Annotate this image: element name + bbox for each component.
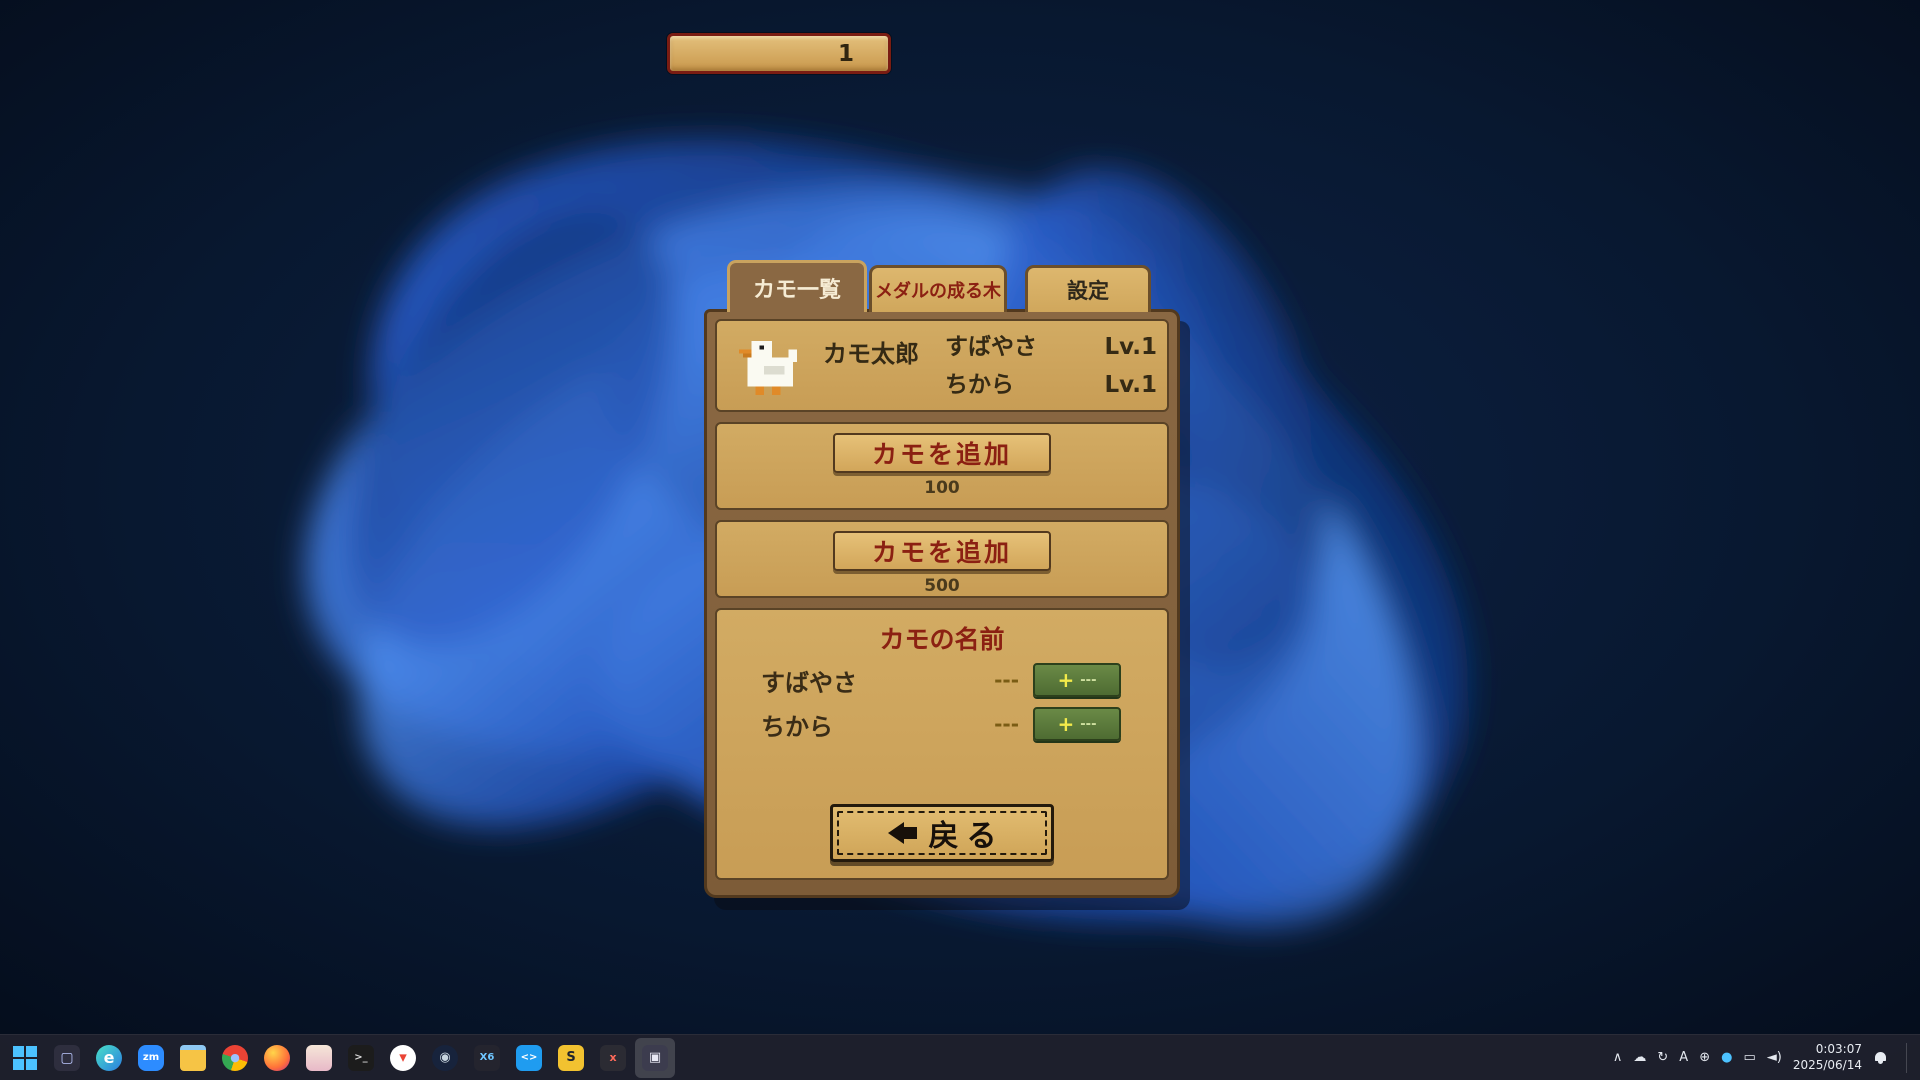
terminal-icon[interactable]: >_: [341, 1038, 381, 1078]
tab-duck-list[interactable]: カモ一覧: [727, 260, 867, 312]
duck-name-section-title: カモの名前: [717, 610, 1167, 656]
taskbar-app-list: ▢ e zm ●: [46, 1038, 676, 1078]
file-explorer-icon[interactable]: [173, 1038, 213, 1078]
upgrade-speed-button[interactable]: + ---: [1033, 663, 1121, 697]
vscode-icon[interactable]: <>: [509, 1038, 549, 1078]
duck-name: カモ太郎: [823, 335, 919, 373]
upgrade-power-cost: ---: [1080, 717, 1096, 732]
duck-sprite-icon: [739, 337, 797, 395]
upgrade-power-value: ---: [994, 712, 1019, 736]
status-dot-icon[interactable]: ●: [1721, 1051, 1732, 1064]
add-duck-500-button[interactable]: カモを追加: [833, 531, 1051, 571]
duck-list-panel: カモ太郎 すばやさ Lv.1 ちから Lv.1 カモを追加 100 カモを追加 …: [704, 309, 1180, 898]
volume-icon[interactable]: ◄): [1767, 1051, 1782, 1064]
cast-screen-icon[interactable]: ▭: [1743, 1051, 1755, 1064]
upgrade-speed-cost: ---: [1080, 673, 1096, 688]
windows-logo-icon: [13, 1046, 37, 1070]
game-tab-bar: カモ一覧 メダルの成る木 設定: [727, 260, 1151, 312]
ime-mode-indicator[interactable]: A: [1679, 1051, 1688, 1064]
tab-duck-list-label: カモ一覧: [753, 272, 841, 304]
show-desktop-button[interactable]: [1906, 1043, 1912, 1073]
language-globe-icon[interactable]: ⊕: [1699, 1051, 1710, 1064]
lightning-app-icon[interactable]: S: [551, 1038, 591, 1078]
tab-settings[interactable]: 設定: [1025, 265, 1151, 312]
edge-icon[interactable]: e: [89, 1038, 129, 1078]
x6-app-icon[interactable]: X6: [467, 1038, 507, 1078]
duck-stat-power: ちから Lv.1: [945, 366, 1157, 404]
medal-counter: 1: [667, 33, 891, 74]
duck-stat-power-label: ちから: [945, 366, 1014, 404]
back-arrow-icon: [888, 822, 917, 844]
taskbar-clock[interactable]: 0:03:07 2025/06/14: [1793, 1042, 1862, 1073]
task-view-icon[interactable]: ▢: [47, 1038, 87, 1078]
maps-icon[interactable]: ▾: [383, 1038, 423, 1078]
firefox-icon[interactable]: [257, 1038, 297, 1078]
add-duck-100-cost: 100: [717, 478, 1167, 498]
plus-icon: +: [1058, 670, 1075, 690]
duck-name-section: カモの名前 すばやさ --- + --- ちから --- + --- 戻る: [715, 608, 1169, 880]
duck-stat-speed-label: すばやさ: [945, 328, 1037, 366]
chrome-icon[interactable]: ●: [215, 1038, 255, 1078]
clock-date: 2025/06/14: [1793, 1058, 1862, 1074]
notification-bell-icon[interactable]: [1873, 1050, 1889, 1066]
add-duck-500-label: カモを追加: [872, 533, 1012, 569]
start-button[interactable]: [5, 1038, 45, 1078]
duck-stat-power-level: Lv.1: [1104, 366, 1157, 404]
back-button-label: 戻る: [929, 811, 1005, 855]
system-tray: ∧ ☁ ↻ A ⊕ ● ▭ ◄) 0:03:07 2025/06/14: [1613, 1042, 1916, 1073]
steam-icon[interactable]: ◉: [425, 1038, 465, 1078]
taskbar: ▢ e zm ●: [0, 1034, 1920, 1080]
duck-stats: すばやさ Lv.1 ちから Lv.1: [945, 320, 1157, 412]
upgrade-power-label: ちから: [761, 707, 833, 742]
duck-stat-speed: すばやさ Lv.1: [945, 328, 1157, 366]
duck-row[interactable]: カモ太郎 すばやさ Lv.1 ちから Lv.1: [715, 319, 1169, 412]
upgrade-row-speed: すばやさ --- + ---: [717, 660, 1167, 700]
upgrade-power-button[interactable]: + ---: [1033, 707, 1121, 741]
medal-counter-value: 1: [838, 41, 854, 67]
upgrade-row-power: ちから --- + ---: [717, 704, 1167, 744]
tab-medal-tree-label: メダルの成る木: [875, 277, 1001, 303]
game-cube-icon[interactable]: ▣: [635, 1038, 675, 1078]
back-button[interactable]: 戻る: [830, 804, 1054, 862]
add-duck-500-cost: 500: [717, 576, 1167, 596]
sync-icon[interactable]: ↻: [1657, 1051, 1668, 1064]
taskbar-apps: ▢ e zm ●: [4, 1038, 676, 1078]
upgrade-speed-value: ---: [994, 668, 1019, 692]
tray-overflow-chevron-icon[interactable]: ∧: [1613, 1051, 1623, 1064]
tab-medal-tree[interactable]: メダルの成る木: [869, 265, 1007, 312]
clock-time: 0:03:07: [1793, 1042, 1862, 1058]
add-duck-500-section: カモを追加 500: [715, 520, 1169, 598]
character-app-icon[interactable]: [299, 1038, 339, 1078]
zoom-icon[interactable]: zm: [131, 1038, 171, 1078]
duck-stat-speed-level: Lv.1: [1104, 328, 1157, 366]
dev-app-icon[interactable]: x: [593, 1038, 633, 1078]
upgrade-speed-label: すばやさ: [761, 663, 857, 698]
onedrive-cloud-icon[interactable]: ☁: [1633, 1051, 1646, 1064]
plus-icon: +: [1058, 714, 1075, 734]
add-duck-100-label: カモを追加: [872, 435, 1012, 471]
tab-settings-label: 設定: [1067, 275, 1109, 305]
add-duck-100-button[interactable]: カモを追加: [833, 433, 1051, 473]
add-duck-100-section: カモを追加 100: [715, 422, 1169, 510]
